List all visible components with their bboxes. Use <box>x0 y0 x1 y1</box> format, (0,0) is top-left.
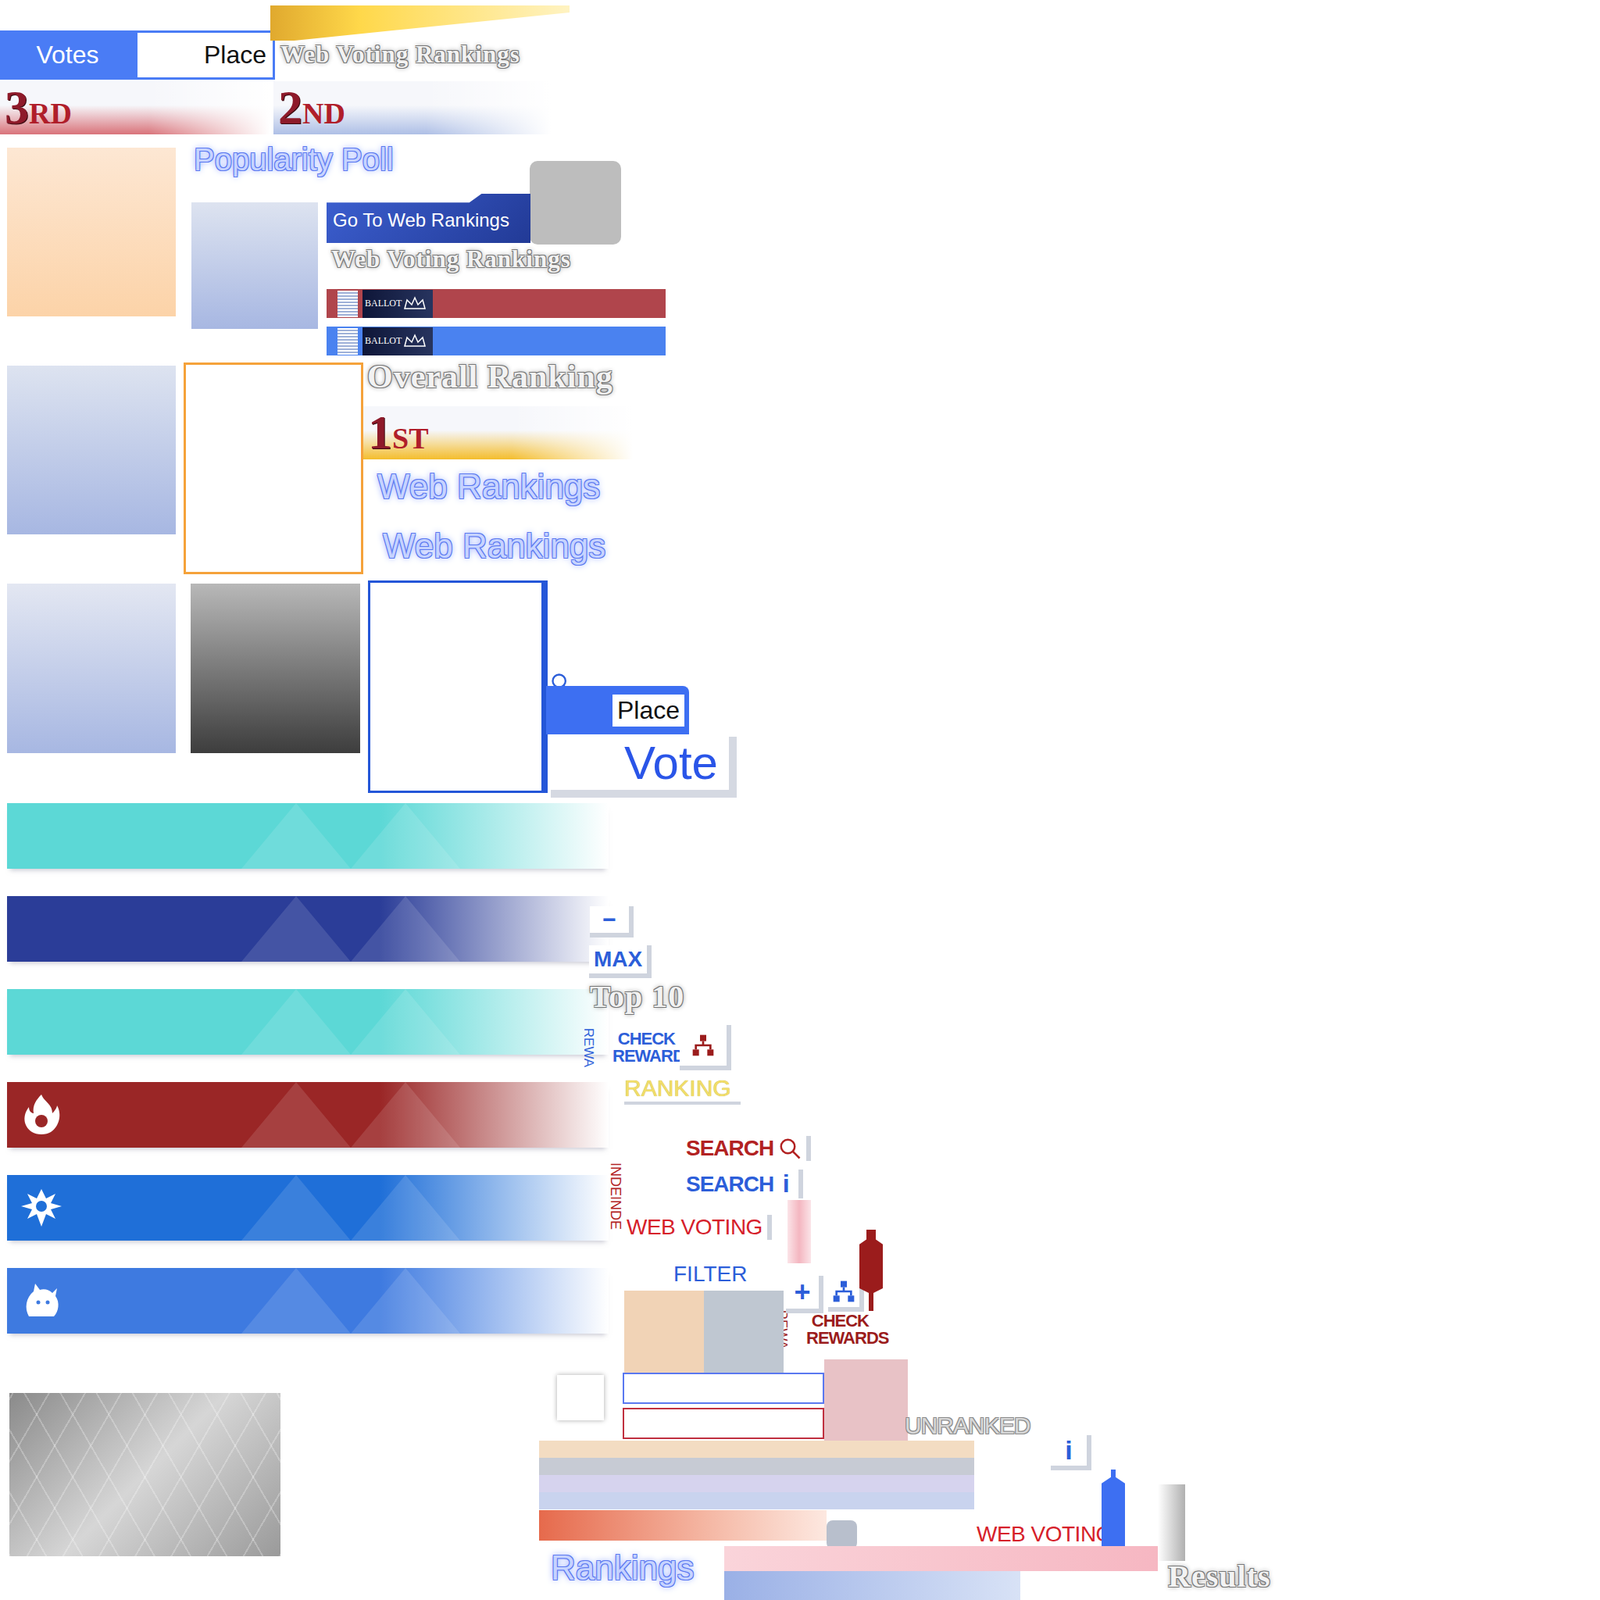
team-strip <box>7 1267 609 1334</box>
rank-suffix: RD <box>28 96 72 131</box>
hierarchy-icon <box>831 1278 857 1304</box>
rank-number: 2 <box>278 81 303 133</box>
gray-pill <box>826 1520 858 1550</box>
crown-icon <box>403 333 427 350</box>
orange-bar <box>539 1510 827 1541</box>
info-button[interactable]: i <box>1050 1435 1092 1471</box>
title-text: Web Voting Rankings <box>331 245 572 274</box>
ballot-ticket: BALLOT <box>362 327 433 356</box>
glow-title: Rankings <box>550 1548 694 1588</box>
hierarchy-button[interactable] <box>828 1275 865 1312</box>
white-square <box>557 1375 604 1421</box>
vote-button[interactable]: Vote <box>550 736 737 798</box>
crown-icon <box>403 296 427 312</box>
glow-title: Popularity Poll <box>193 142 394 178</box>
gray-card <box>529 160 622 245</box>
rank-suffix: ND <box>302 96 346 131</box>
barcode-icon <box>337 290 358 318</box>
ui-atlas: VotesPlace3RD2ND1STWeb Voting RankingsWe… <box>0 0 1600 1600</box>
hierarchy-icon <box>690 1032 716 1058</box>
search-button[interactable]: SEARCHi <box>685 1169 804 1199</box>
triangle-pattern <box>241 896 461 962</box>
gold-banner <box>270 5 570 41</box>
place-tab[interactable]: Place <box>546 685 690 735</box>
rank-banner: 3RD <box>0 81 271 135</box>
ballot-bar: BALLOT <box>326 289 666 318</box>
glow-title: Web Rankings <box>377 467 600 507</box>
title-text: Overall Ranking <box>367 357 614 396</box>
triangle-pattern <box>241 803 461 869</box>
glow-title: Web Rankings <box>382 526 606 566</box>
rank-banner: 1ST <box>363 406 633 460</box>
color-bands <box>539 1440 975 1510</box>
spider-icon <box>17 1184 65 1232</box>
info-icon: i <box>778 1169 794 1199</box>
blue-bar <box>724 1571 1021 1600</box>
title-text: Results <box>1167 1557 1271 1595</box>
index-tab[interactable]: INDEINDE <box>607 1162 624 1230</box>
votes-tab[interactable]: Votes <box>0 30 136 80</box>
strip-list <box>7 803 609 1334</box>
pink-block <box>824 1359 908 1441</box>
gray-marker <box>1157 1484 1186 1561</box>
rank-number: 3 <box>4 81 29 133</box>
ballot-bar: BALLOT <box>326 326 666 356</box>
triangle-texture <box>9 1392 281 1557</box>
blue-frame <box>367 580 548 793</box>
blue-field <box>622 1372 825 1404</box>
minus-button[interactable]: − <box>589 906 634 938</box>
go-to-web-rankings-button[interactable]: Go To Web Rankings <box>326 193 531 243</box>
blue-card <box>7 365 176 535</box>
pink-bar <box>724 1546 1158 1572</box>
triangle-pattern <box>241 989 461 1055</box>
triangle-pattern <box>241 1082 461 1148</box>
rank-banner: 2ND <box>273 81 551 135</box>
filter-label[interactable]: FILTER <box>673 1261 747 1287</box>
rewards-icon-box <box>679 1025 732 1071</box>
team-strip <box>7 989 609 1055</box>
max-button[interactable]: MAX <box>589 945 652 979</box>
rewards-tab[interactable]: REWA <box>580 1039 597 1057</box>
color-swatch <box>624 1290 784 1373</box>
vote-tab[interactable]: VotesPlace <box>0 30 275 80</box>
place-tab[interactable]: Place <box>135 30 275 80</box>
ballot-list: BALLOT BALLOT <box>326 289 666 356</box>
pink-marker <box>787 1200 811 1264</box>
web-voting-label[interactable]: WEB VOTING <box>626 1214 772 1240</box>
peach-card <box>7 147 176 317</box>
team-strip <box>7 1082 609 1148</box>
fire-icon <box>17 1091 65 1139</box>
team-strip <box>7 896 609 962</box>
check-rewards-button[interactable]: REWACHECK REWARDS <box>773 1312 869 1347</box>
title-text: Web Voting Rankings <box>280 40 521 69</box>
blue-marker <box>1101 1469 1125 1547</box>
check-rewards-button[interactable]: REWACHECK REWARDS <box>579 1025 732 1071</box>
triangle-pattern <box>241 1175 461 1241</box>
blue-card <box>7 583 176 754</box>
plus-button[interactable]: + <box>785 1275 824 1314</box>
web-voting-label[interactable]: WEB VOTING <box>976 1521 1122 1547</box>
unranked-label: UNRANKED <box>904 1412 1030 1440</box>
search-button[interactable]: SEARCH <box>685 1135 811 1161</box>
ranking-label: RANKING <box>624 1075 741 1105</box>
ballot-ticket: BALLOT <box>362 289 433 318</box>
team-strip <box>7 1175 609 1241</box>
rank-number: 1 <box>367 406 393 458</box>
dark-card <box>190 583 361 754</box>
magnifier-icon <box>778 1136 802 1161</box>
triangle-pattern <box>241 1267 461 1334</box>
bird-icon <box>17 1277 65 1325</box>
blue-card <box>191 202 318 329</box>
barcode-icon <box>337 328 358 355</box>
team-strip <box>7 803 609 869</box>
red-field <box>622 1407 825 1440</box>
orange-frame <box>183 362 364 575</box>
rank-suffix: ST <box>392 421 429 456</box>
